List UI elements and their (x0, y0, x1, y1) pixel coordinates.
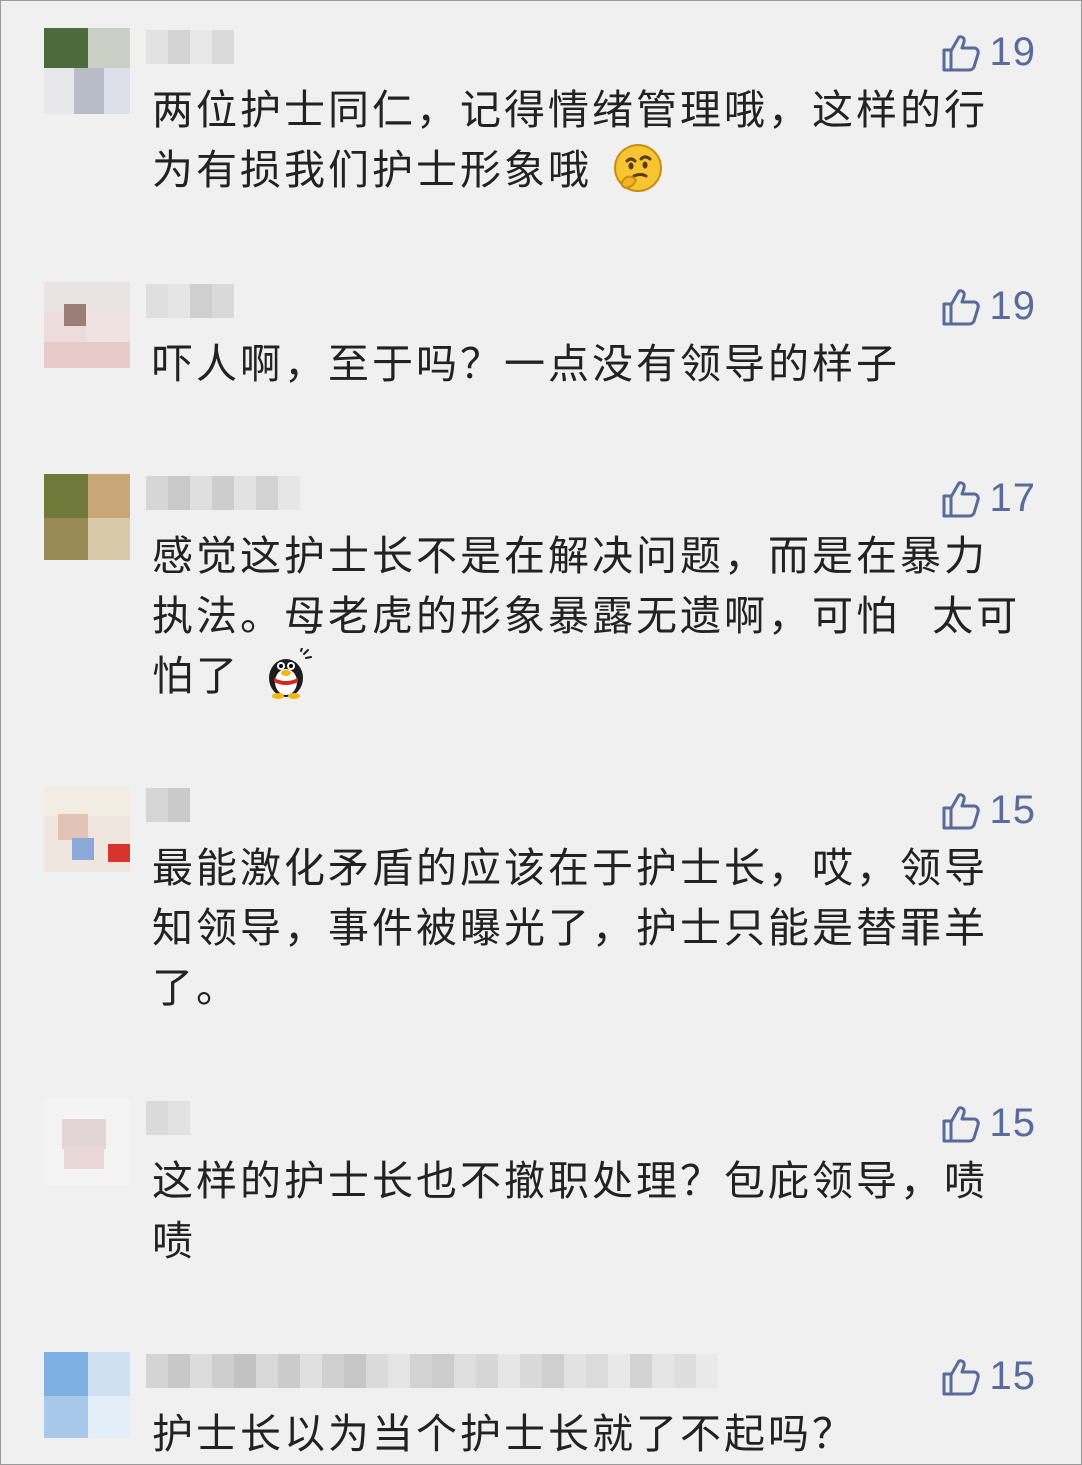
nickname-blurred[interactable] (146, 476, 300, 510)
thumbs-up-outline-icon (942, 34, 980, 71)
comment-line: 啧 (152, 1217, 196, 1265)
nickname-blurred[interactable] (146, 1354, 718, 1388)
like-button[interactable]: 15 (940, 1354, 1037, 1399)
avatar[interactable] (44, 282, 130, 368)
comment-line: 两位护士同仁，记得情绪管理哦，这样的行 (152, 86, 988, 134)
nickname-blurred[interactable] (146, 1101, 190, 1135)
comment-line: 感觉这护士长不是在解决问题，而是在暴力 (152, 532, 988, 580)
comment-line: 吓人啊，至于吗？一点没有领导的样子 (152, 340, 900, 388)
like-count: 19 (989, 284, 1036, 328)
comment-line: 执法。母老虎的形象暴露无遗啊，可怕 太可 (152, 592, 1021, 640)
avatar[interactable] (44, 28, 130, 114)
comment-line: 了。 (152, 964, 240, 1012)
like-count: 15 (989, 788, 1036, 832)
like-button[interactable]: 15 (940, 1101, 1037, 1146)
like-button[interactable]: 17 (940, 476, 1037, 521)
comment-text: 这样的护士长也不撤职处理？包庇领导，啧 啧 (152, 1151, 1022, 1271)
comment-line: 护士长以为当个护士长就了不起吗？ (152, 1410, 856, 1458)
comment-line: 最能激化矛盾的应该在于护士长，哎，领导 (152, 844, 988, 892)
thumbs-up-outline-icon (942, 1358, 980, 1395)
like-button[interactable]: 19 (940, 284, 1037, 329)
like-button[interactable]: 15 (940, 788, 1037, 833)
comment-text: 最能激化矛盾的应该在于护士长，哎，领导 知领导，事件被曝光了，护士只能是替罪羊 … (152, 838, 1022, 1018)
nickname-blurred[interactable] (146, 284, 234, 318)
like-count: 17 (989, 476, 1036, 520)
like-button[interactable]: 19 (940, 30, 1037, 75)
thinking-face-emoji (614, 144, 663, 192)
comment-text: 吓人啊，至于吗？一点没有领导的样子 (152, 334, 1022, 394)
thumbs-up-outline-icon (942, 480, 980, 517)
comment-line: 怕了 (152, 646, 1022, 706)
like-count: 15 (989, 1101, 1036, 1145)
comment-text: 护士长以为当个护士长就了不起吗？ (152, 1404, 1022, 1464)
comment-line: 知领导，事件被曝光了，护士只能是替罪羊 (152, 904, 988, 952)
avatar[interactable] (44, 1352, 130, 1438)
thumbs-up-outline-icon (942, 1105, 980, 1142)
comment-line: 这样的护士长也不撤职处理？包庇领导，啧 (152, 1157, 988, 1205)
avatar[interactable] (44, 474, 130, 560)
thumbs-up-outline-icon (942, 792, 980, 829)
qq-penguin-scared-emoji (269, 648, 313, 699)
thumbs-up-outline-icon (942, 288, 980, 325)
avatar[interactable] (44, 786, 130, 872)
comment-text: 感觉这护士长不是在解决问题，而是在暴力 执法。母老虎的形象暴露无遗啊，可怕 太可… (152, 526, 1022, 706)
nickname-blurred[interactable] (146, 788, 190, 822)
like-count: 15 (989, 1354, 1036, 1398)
like-count: 19 (989, 30, 1036, 74)
nickname-blurred[interactable] (146, 30, 234, 64)
comment-line: 为有损我们护士形象哦 (152, 140, 1022, 200)
comment-text: 两位护士同仁，记得情绪管理哦，这样的行 为有损我们护士形象哦 (152, 80, 1022, 200)
avatar[interactable] (44, 1099, 130, 1185)
